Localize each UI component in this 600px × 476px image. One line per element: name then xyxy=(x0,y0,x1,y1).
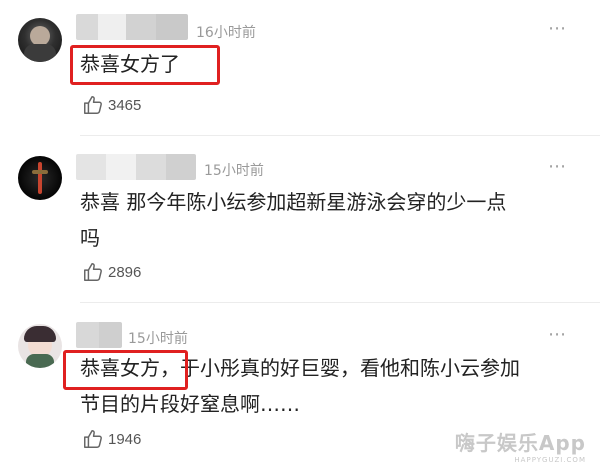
more-options-icon[interactable]: ⋯ xyxy=(548,324,567,345)
avatar[interactable] xyxy=(18,156,62,200)
comment-1: 16小时前 ⋯ 恭喜女方了 3465 xyxy=(0,0,600,148)
like-count: 1946 xyxy=(108,430,142,448)
thumbs-up-icon xyxy=(84,263,102,281)
thumbs-up-icon xyxy=(84,96,102,114)
comment-2: 15小时前 ⋯ 恭喜 那今年陈小纭参加超新星游泳会穿的少一点 吗 2896 xyxy=(0,148,600,314)
like-button[interactable]: 1946 xyxy=(82,427,141,451)
watermark-logo: 嗨子娱乐App xyxy=(454,431,586,455)
like-count: 2896 xyxy=(108,263,142,281)
highlight-box xyxy=(63,350,188,390)
comment-text: 恭喜 那今年陈小纭参加超新星游泳会穿的少一点 吗 xyxy=(80,184,506,256)
like-button[interactable]: 3465 xyxy=(82,93,141,117)
comment-line: 恭喜 那今年陈小纭参加超新星游泳会穿的少一点 xyxy=(80,190,507,214)
divider xyxy=(80,302,600,303)
thumbs-up-icon xyxy=(84,430,102,448)
watermark-url: HAPPYGUZI.COM xyxy=(514,456,586,464)
like-button[interactable]: 2896 xyxy=(82,260,141,284)
comment-line: 节目的片段好窒息啊…… xyxy=(80,392,300,416)
comment-time: 15小时前 xyxy=(204,163,264,179)
comment-line: 吗 xyxy=(80,226,100,250)
highlight-box xyxy=(70,45,220,85)
avatar[interactable] xyxy=(18,324,62,368)
comment-time: 16小时前 xyxy=(196,25,256,41)
comment-time: 15小时前 xyxy=(128,331,188,347)
watermark: 嗨子娱乐App HAPPYGUZI.COM xyxy=(455,427,586,464)
avatar[interactable] xyxy=(18,18,62,62)
more-options-icon[interactable]: ⋯ xyxy=(548,156,567,177)
more-options-icon[interactable]: ⋯ xyxy=(548,18,567,39)
like-count: 3465 xyxy=(108,96,142,114)
username-redacted xyxy=(76,14,188,40)
divider xyxy=(80,135,600,136)
username-redacted xyxy=(76,154,196,180)
username-redacted xyxy=(76,322,122,348)
